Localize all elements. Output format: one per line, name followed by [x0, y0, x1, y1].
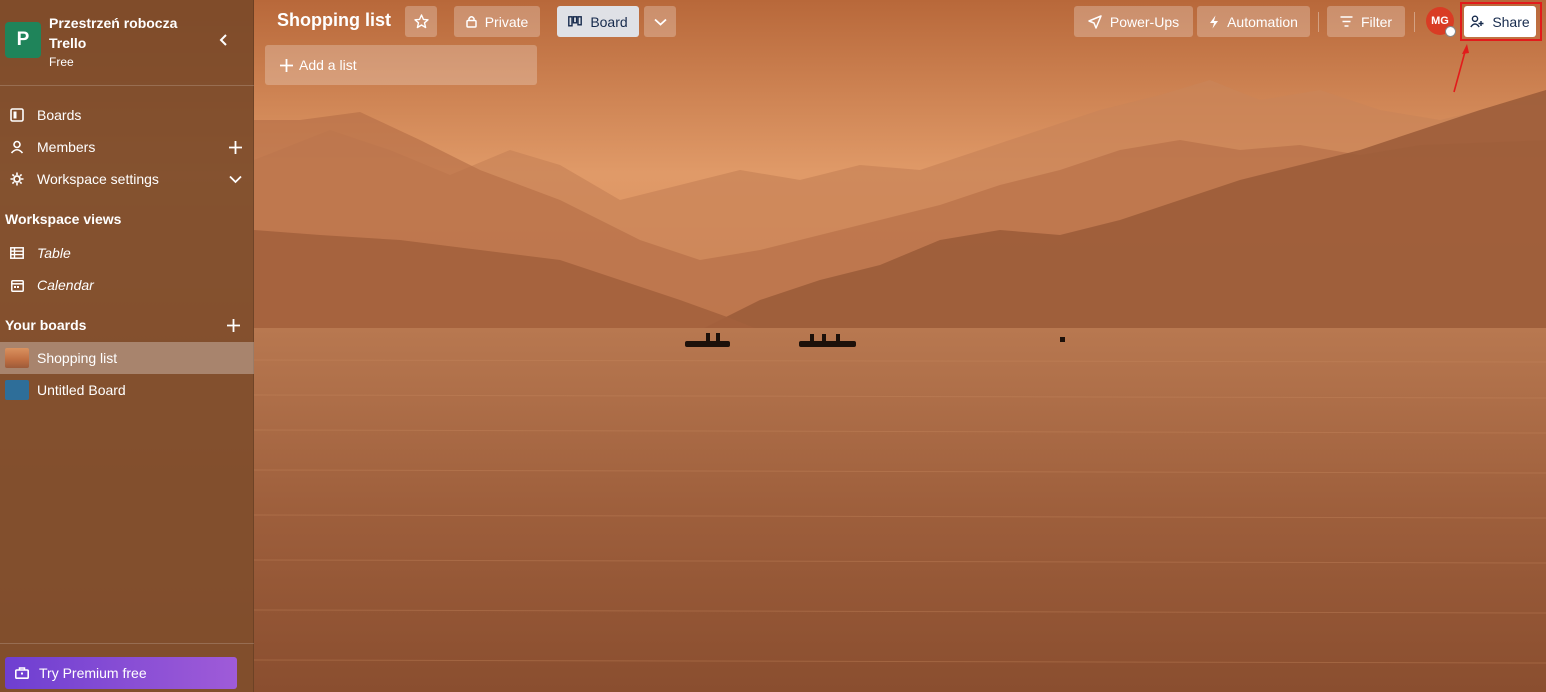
- sidebar-item-label: Calendar: [37, 277, 94, 293]
- board-icon: [10, 108, 24, 122]
- board-title[interactable]: Shopping list: [277, 10, 391, 31]
- plus-icon: [226, 318, 240, 332]
- workspace-name[interactable]: Przestrzeń robocza Trello: [49, 13, 209, 53]
- sidebar-item-members[interactable]: Members: [0, 131, 254, 163]
- sidebar-item-calendar[interactable]: Calendar: [0, 269, 254, 301]
- share-button[interactable]: Share: [1464, 6, 1536, 37]
- filter-button[interactable]: Filter: [1327, 6, 1405, 37]
- your-boards-heading: Your boards: [5, 317, 87, 333]
- workspace-header: P Przestrzeń robocza Trello Free: [0, 0, 254, 86]
- sidebar-item-label: Table: [37, 245, 71, 261]
- sidebar-item-label: Members: [37, 139, 96, 155]
- plus-icon: [228, 140, 242, 154]
- chevron-left-icon: [219, 34, 227, 46]
- rocket-icon: [1088, 14, 1102, 29]
- try-premium-button[interactable]: Try Premium free: [5, 657, 237, 689]
- chevron-down-icon: [653, 18, 667, 26]
- power-ups-button[interactable]: Power-Ups: [1074, 6, 1193, 37]
- board-item-untitled-board[interactable]: Untitled Board: [0, 374, 254, 406]
- automation-label: Automation: [1227, 13, 1298, 30]
- add-list-label: Add a list: [299, 57, 357, 73]
- person-icon: [10, 140, 24, 154]
- visibility-button[interactable]: Private: [454, 6, 540, 37]
- toolbar-divider: [1414, 12, 1415, 32]
- board-item-label: Untitled Board: [37, 382, 126, 398]
- avatar-initials: MG: [1431, 15, 1449, 27]
- briefcase-icon: [15, 666, 29, 680]
- lightning-icon: [1209, 15, 1219, 29]
- board-thumbnail: [5, 380, 29, 400]
- lock-icon: [465, 15, 477, 28]
- workspace-plan: Free: [49, 55, 74, 69]
- create-board-button[interactable]: [224, 316, 242, 334]
- workspace-sidebar: P Przestrzeń robocza Trello Free Boards …: [0, 0, 254, 692]
- visibility-label: Private: [484, 13, 529, 30]
- chevron-down-icon: [228, 175, 242, 183]
- add-list-button[interactable]: Add a list: [265, 45, 537, 85]
- star-board-button[interactable]: [405, 6, 437, 37]
- add-member-button[interactable]: [226, 138, 244, 156]
- switch-view-dropdown[interactable]: [644, 6, 676, 37]
- expand-settings-button[interactable]: [226, 170, 244, 188]
- add-person-icon: [1470, 15, 1484, 28]
- sidebar-item-label: Boards: [37, 107, 82, 123]
- calendar-icon: [10, 278, 24, 292]
- board-item-label: Shopping list: [37, 350, 118, 366]
- workspace-logo[interactable]: P: [5, 22, 41, 58]
- automation-button[interactable]: Automation: [1197, 6, 1310, 37]
- gear-icon: [10, 172, 24, 186]
- try-premium-label: Try Premium free: [39, 665, 147, 681]
- sidebar-item-boards[interactable]: Boards: [0, 99, 254, 131]
- workspace-views-heading: Workspace views: [5, 211, 122, 227]
- filter-label: Filter: [1360, 13, 1393, 30]
- toolbar-divider: [1318, 12, 1319, 32]
- admin-badge-icon: [1445, 26, 1456, 37]
- board-thumbnail: [5, 348, 29, 368]
- filter-icon: [1340, 16, 1353, 27]
- board-view-button[interactable]: Board: [557, 6, 639, 37]
- power-ups-label: Power-Ups: [1109, 13, 1180, 30]
- sidebar-item-workspace-settings[interactable]: Workspace settings: [0, 163, 254, 195]
- share-label: Share: [1492, 13, 1530, 30]
- board-item-shopping-list[interactable]: Shopping list: [0, 342, 254, 374]
- plus-icon: [280, 58, 293, 72]
- board-view-label: Board: [590, 13, 628, 30]
- table-icon: [10, 246, 24, 260]
- sidebar-item-label: Workspace settings: [37, 171, 159, 187]
- star-icon: [413, 14, 429, 29]
- board-view-icon: [568, 16, 583, 27]
- member-avatar[interactable]: MG: [1426, 7, 1456, 37]
- sidebar-item-table[interactable]: Table: [0, 237, 254, 269]
- sidebar-footer: Try Premium free: [0, 643, 254, 692]
- collapse-sidebar-button[interactable]: [214, 30, 234, 50]
